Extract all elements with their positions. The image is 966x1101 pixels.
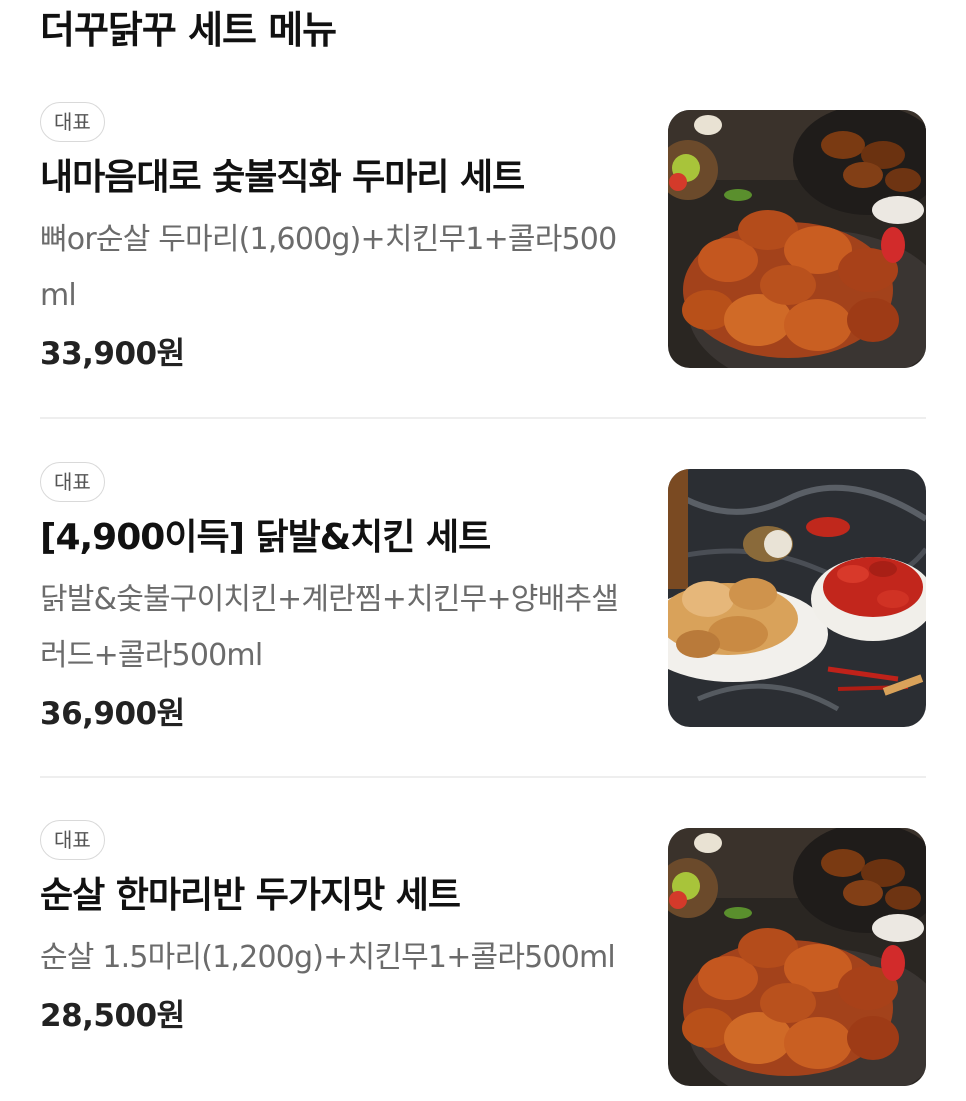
menu-item-description: 뼈or순살 두마리(1,600g)+치킨무1+콜라500ml [40,222,617,313]
section-title: 더꾸닭꾸 세트 메뉴 [40,8,337,52]
menu-item[interactable]: 대표 [4,900이득] 닭발&치킨 세트 닭발&숯불구이치킨+계란찜+치킨무+… [40,462,926,732]
divider [40,776,926,778]
menu-item-description: 닭발&숯불구이치킨+계란찜+치킨무+양배추샐러드+콜라500ml [40,582,619,673]
menu-item-photo [668,828,926,1086]
menu-item-photo [668,469,926,727]
representative-badge: 대표 [40,102,105,142]
menu-item-description: 순살 1.5마리(1,200g)+치킨무1+콜라500ml [40,940,616,975]
menu-item-name: [4,900이득] 닭발&치킨 세트 [40,517,491,558]
menu-item-price: 33,900원 [40,336,185,372]
menu-item-name: 내마음대로 숯불직화 두마리 세트 [40,157,525,198]
menu-item[interactable]: 대표 내마음대로 숯불직화 두마리 세트 뼈or순살 두마리(1,600g)+치… [40,102,926,372]
menu-item[interactable]: 대표 순살 한마리반 두가지맛 세트 순살 1.5마리(1,200g)+치킨무1… [40,820,926,1086]
divider [40,417,926,419]
representative-badge: 대표 [40,462,105,502]
menu-item-name: 순살 한마리반 두가지맛 세트 [40,875,461,916]
menu-item-price: 28,500원 [40,998,185,1034]
representative-badge: 대표 [40,820,105,860]
menu-item-price: 36,900원 [40,696,185,732]
menu-item-photo [668,110,926,368]
